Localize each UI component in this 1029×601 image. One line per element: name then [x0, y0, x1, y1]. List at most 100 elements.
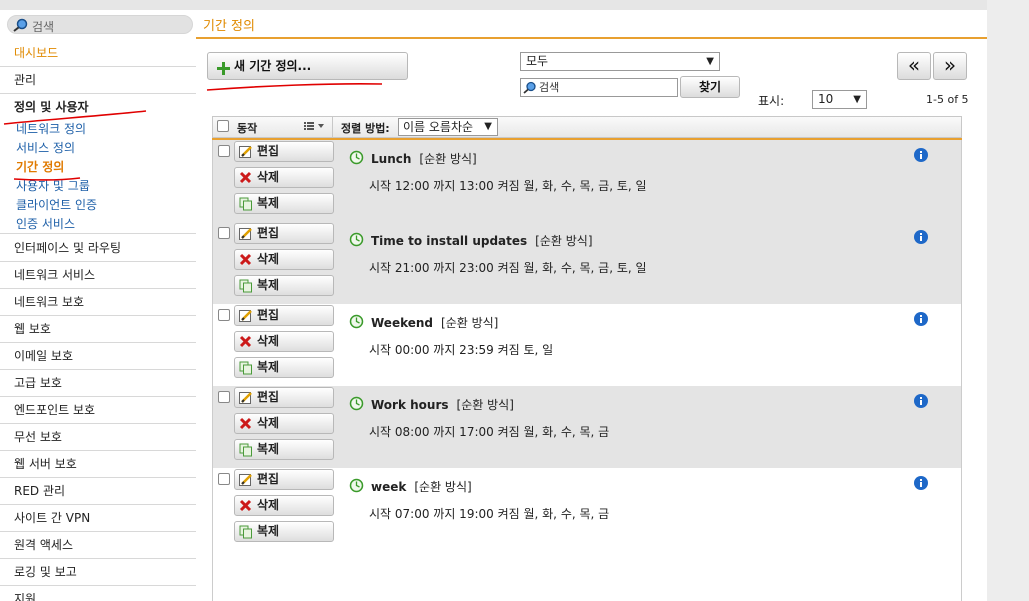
nav-item-web-protection[interactable]: 웹 보호: [0, 316, 196, 343]
edit-button[interactable]: 편집: [234, 141, 334, 162]
next-page-button[interactable]: »: [933, 52, 967, 80]
edit-icon: [239, 227, 253, 247]
row-checkbox[interactable]: [218, 145, 230, 157]
edit-button[interactable]: 편집: [234, 223, 334, 244]
recurring-clock-icon: [349, 150, 364, 168]
prev-page-button[interactable]: «: [897, 52, 931, 80]
sort-select[interactable]: 이름 오름차순 ▼: [398, 118, 498, 136]
row-checkbox[interactable]: [218, 227, 230, 239]
clone-icon: [239, 197, 253, 217]
delete-label: 삭제: [257, 170, 280, 184]
info-icon[interactable]: [914, 394, 928, 411]
clone-button[interactable]: 복제: [234, 357, 334, 378]
dropdown-arrow-icon: ▼: [484, 121, 492, 132]
nav-item-site-to-site-vpn[interactable]: 사이트 간 VPN: [0, 505, 196, 532]
row-checkbox[interactable]: [218, 309, 230, 321]
nav-item-wireless-protection[interactable]: 무선 보호: [0, 424, 196, 451]
delete-x-icon: [239, 417, 252, 436]
filter-select-value: 모두: [526, 54, 549, 68]
nav-item-endpoint-protection[interactable]: 엔드포인트 보호: [0, 397, 196, 424]
delete-label: 삭제: [257, 416, 280, 430]
info-icon[interactable]: [914, 312, 928, 329]
delete-x-icon: [239, 171, 252, 190]
sidebar-search-input[interactable]: 검색: [7, 15, 193, 34]
sub-item-client-authentication[interactable]: 클라이언트 인증: [0, 196, 196, 215]
new-time-period-button[interactable]: 새 기간 정의...: [207, 52, 408, 80]
dropdown-arrow-icon: ▼: [853, 94, 861, 105]
list-search-value: 검색: [539, 81, 560, 94]
clone-label: 복제: [257, 442, 280, 456]
delete-button[interactable]: 삭제: [234, 167, 334, 188]
info-icon[interactable]: [914, 148, 928, 165]
edit-icon: [239, 309, 253, 329]
edit-label: 편집: [257, 390, 280, 404]
show-label: 표시:: [758, 94, 785, 108]
delete-button[interactable]: 삭제: [234, 331, 334, 352]
nav-item-dashboard[interactable]: 대시보드: [0, 40, 196, 67]
list-row: 편집 삭제 복제 week [순환 방식] 시작 07:00 까지 19:00 켜…: [213, 468, 961, 550]
nav-item-network-services[interactable]: 네트워크 서비스: [0, 262, 196, 289]
sort-select-value: 이름 오름차순: [403, 120, 474, 134]
sub-item-service-definitions[interactable]: 서비스 정의: [0, 139, 196, 158]
clone-button[interactable]: 복제: [234, 193, 334, 214]
edit-button[interactable]: 편집: [234, 305, 334, 326]
clone-label: 복제: [257, 360, 280, 374]
nav-item-red-management[interactable]: RED 관리: [0, 478, 196, 505]
nav-item-email-protection[interactable]: 이메일 보호: [0, 343, 196, 370]
nav-item-definitions-users[interactable]: 정의 및 사용자: [0, 94, 196, 121]
edit-button[interactable]: 편집: [234, 387, 334, 408]
find-button[interactable]: 찾기: [680, 76, 740, 98]
dropdown-arrow-icon: ▼: [706, 56, 714, 67]
clone-button[interactable]: 복제: [234, 439, 334, 460]
delete-x-icon: [239, 253, 252, 272]
edit-icon: [239, 391, 253, 411]
edit-icon: [239, 473, 253, 493]
period-name: Lunch: [371, 152, 412, 166]
delete-x-icon: [239, 335, 252, 354]
edit-label: 편집: [257, 308, 280, 322]
period-type: [순환 방식]: [441, 316, 499, 330]
info-icon[interactable]: [914, 230, 928, 247]
nav-item-advanced-protection[interactable]: 고급 보호: [0, 370, 196, 397]
header-divider: [332, 117, 333, 138]
page-count: 1-5 of 5: [926, 93, 969, 106]
nav-item-interfaces-routing[interactable]: 인터페이스 및 라우팅: [0, 235, 196, 262]
top-bar: [0, 0, 1029, 10]
period-type: [순환 방식]: [414, 480, 472, 494]
sub-item-time-period-definitions[interactable]: 기간 정의: [0, 158, 196, 177]
nav-item-webserver-protection[interactable]: 웹 서버 보호: [0, 451, 196, 478]
nav-item-remote-access[interactable]: 원격 액세스: [0, 532, 196, 559]
delete-button[interactable]: 삭제: [234, 413, 334, 434]
nav-item-logging-reporting[interactable]: 로깅 및 보고: [0, 559, 196, 586]
period-description: 시작 00:00 까지 23:59 켜짐 토, 일: [369, 343, 554, 357]
list-row: 편집 삭제 복제 Work hours [순환 방식] 시작 08:00 까지 1…: [213, 386, 961, 468]
period-description: 시작 07:00 까지 19:00 켜짐 월, 화, 수, 목, 금: [369, 507, 610, 521]
sub-item-network-definitions[interactable]: 네트워크 정의: [0, 120, 196, 139]
recurring-clock-icon: [349, 314, 364, 332]
column-options-icon[interactable]: [303, 119, 327, 136]
delete-button[interactable]: 삭제: [234, 495, 334, 516]
nav-sub: 네트워크 정의 서비스 정의 기간 정의 사용자 및 그룹 클라이언트 인증 인…: [0, 120, 196, 234]
clone-icon: [239, 361, 253, 381]
row-checkbox[interactable]: [218, 391, 230, 403]
sub-item-users-groups[interactable]: 사용자 및 그룹: [0, 177, 196, 196]
period-description: 시작 12:00 까지 13:00 켜짐 월, 화, 수, 목, 금, 토, 일: [369, 179, 647, 193]
info-icon[interactable]: [914, 476, 928, 493]
clone-label: 복제: [257, 196, 280, 210]
edit-button[interactable]: 편집: [234, 469, 334, 490]
edit-label: 편집: [257, 144, 280, 158]
clone-button[interactable]: 복제: [234, 275, 334, 296]
per-page-select[interactable]: 10 ▼: [812, 90, 867, 109]
row-checkbox[interactable]: [218, 473, 230, 485]
clone-icon: [239, 279, 253, 299]
sub-item-authentication-services[interactable]: 인증 서비스: [0, 215, 196, 234]
row-name: Lunch [순환 방식]: [371, 150, 477, 167]
filter-select[interactable]: 모두 ▼: [520, 52, 720, 71]
list-search-input[interactable]: 검색: [520, 78, 678, 97]
clone-button[interactable]: 복제: [234, 521, 334, 542]
nav-item-network-protection[interactable]: 네트워크 보호: [0, 289, 196, 316]
nav-item-management[interactable]: 관리: [0, 67, 196, 94]
select-all-checkbox[interactable]: [217, 120, 229, 132]
delete-button[interactable]: 삭제: [234, 249, 334, 270]
nav-item-support[interactable]: 지원: [0, 586, 196, 601]
